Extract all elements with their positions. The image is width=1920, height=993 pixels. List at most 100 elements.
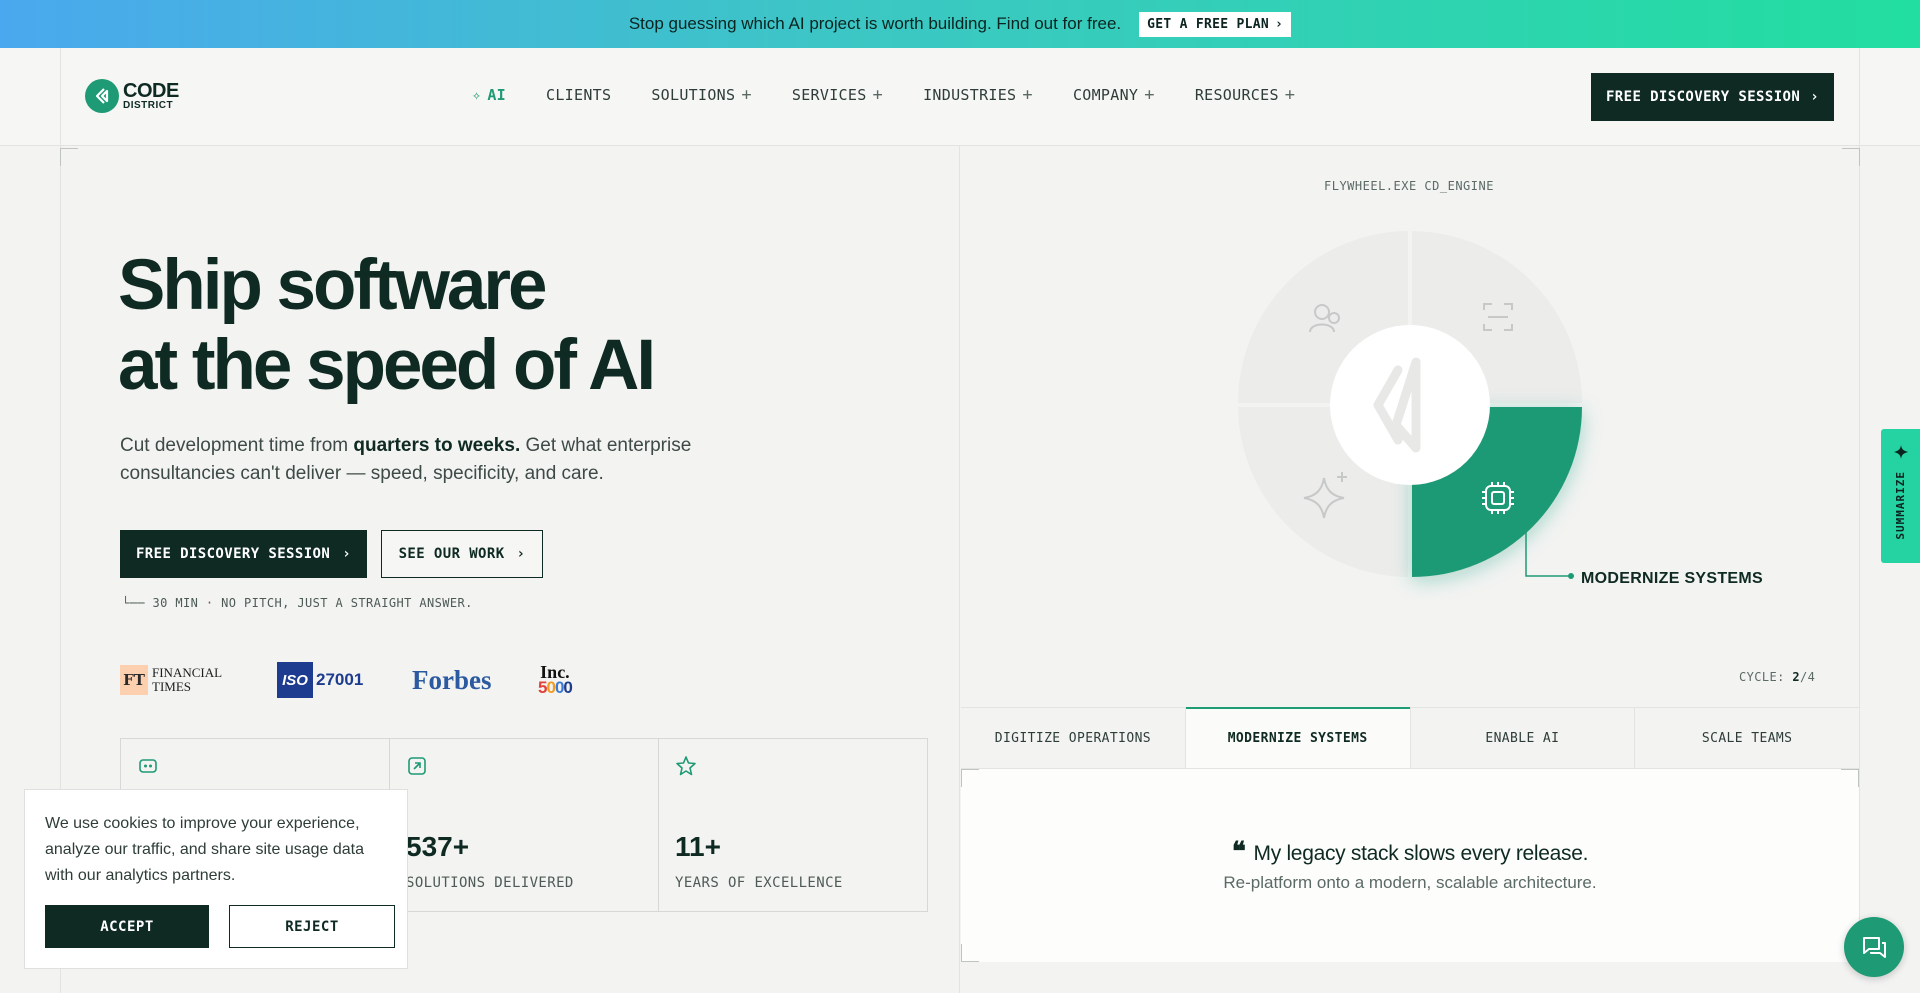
nav-item-solutions-label: SOLUTIONS xyxy=(651,86,736,104)
arrow-up-right-icon xyxy=(408,757,426,775)
hero-discovery-button[interactable]: FREE DISCOVERY SESSION › xyxy=(120,530,367,578)
cycle-indicator: CYCLE: 2/4 xyxy=(1739,670,1815,684)
tab-digitize-operations[interactable]: DIGITIZE OPERATIONS xyxy=(961,708,1186,768)
cycle-current: 2 xyxy=(1792,670,1800,684)
forbes-logo: Forbes xyxy=(412,660,491,700)
plus-icon: + xyxy=(1284,85,1296,105)
stage-tabs: DIGITIZE OPERATIONS MODERNIZE SYSTEMS EN… xyxy=(961,707,1859,769)
plus-icon: + xyxy=(1022,85,1033,105)
hero-subtitle: Cut development time from quarters to we… xyxy=(120,432,720,488)
tab-enable-ai[interactable]: ENABLE AI xyxy=(1411,708,1636,768)
quote-text: My legacy stack slows every release. xyxy=(1253,842,1589,865)
corner-mark xyxy=(961,769,979,787)
nav-item-ai-label: AI xyxy=(487,86,507,104)
stat-label: SOLUTIONS DELIVERED xyxy=(406,875,574,891)
chat-button[interactable] xyxy=(1844,917,1904,977)
header-discovery-button[interactable]: FREE DISCOVERY SESSION › xyxy=(1591,73,1834,121)
corner-mark xyxy=(60,148,78,166)
flywheel-center xyxy=(1330,325,1490,485)
nav-item-clients-label: CLIENTS xyxy=(546,86,612,104)
cta-note-text: 30 MIN · NO PITCH, JUST A STRAIGHT ANSWE… xyxy=(152,596,473,610)
ft-mark: FT xyxy=(120,665,148,695)
nav-item-services-label: SERVICES xyxy=(791,86,867,104)
plus-icon: + xyxy=(872,85,884,105)
star-badge-icon xyxy=(676,756,696,776)
hero-sub-pre: Cut development time from xyxy=(120,435,354,456)
get-free-plan-label: GET A FREE PLAN xyxy=(1147,16,1270,32)
hero-title-line1: Ship software xyxy=(118,246,548,325)
corner-arrow-icon: └── xyxy=(122,596,145,610)
nav-item-clients[interactable]: CLIENTS xyxy=(546,86,611,104)
flywheel-diagram xyxy=(1238,231,1582,579)
get-free-plan-button[interactable]: GET A FREE PLAN › xyxy=(1139,11,1292,37)
stat-value: 11+ xyxy=(675,831,721,862)
promo-banner: Stop guessing which AI project is worth … xyxy=(0,0,1920,48)
inc-5000: 5000 xyxy=(538,678,573,697)
callout-line xyxy=(1525,520,1570,577)
logo-text-code: CODE xyxy=(123,79,179,102)
nav-item-industries-label: INDUSTRIES xyxy=(923,86,1017,104)
flywheel-title: FLYWHEEL.EXE CD_ENGINE xyxy=(1324,179,1494,193)
cookie-reject-button[interactable]: REJECT xyxy=(229,905,395,948)
stat-label: YEARS OF EXCELLENCE xyxy=(675,875,843,891)
callout-dot xyxy=(1568,573,1574,579)
ft-line1: FINANCIAL xyxy=(152,665,223,680)
stat-value: 537+ xyxy=(406,831,470,862)
chevron-right-icon: › xyxy=(1810,89,1820,105)
inc5000-logo: Inc. 5000 xyxy=(538,660,573,700)
quote-panel: ❝ My legacy stack slows every release. Re… xyxy=(961,769,1859,962)
quote-subtext: Re-platform onto a modern, scalable arch… xyxy=(1223,873,1597,892)
active-stage-label: MODERNIZE SYSTEMS xyxy=(1581,570,1764,587)
hero-title: Ship software at the speed of AI xyxy=(118,246,656,406)
main-nav: ✧ AI CLIENTS SOLUTIONS + SERVICES + INDU… xyxy=(472,85,1295,105)
plus-icon: + xyxy=(741,85,752,105)
sparkle-icon: ✧ xyxy=(472,86,482,104)
summarize-tab[interactable]: SUMMARIZE xyxy=(1881,429,1920,563)
see-our-work-button[interactable]: SEE OUR WORK › xyxy=(381,530,543,578)
nav-item-solutions[interactable]: SOLUTIONS + xyxy=(651,85,752,105)
sparkle-icon xyxy=(1893,445,1908,459)
logo-mark-icon xyxy=(85,79,119,113)
nav-item-resources[interactable]: RESOURCES + xyxy=(1195,85,1296,105)
cycle-label: CYCLE: xyxy=(1739,670,1793,684)
quote: ❝ My legacy stack slows every release. xyxy=(961,837,1859,867)
tab-scale-teams[interactable]: SCALE TEAMS xyxy=(1635,708,1859,768)
logo[interactable]: CODE DISTRICT xyxy=(85,79,179,113)
cookie-text: We use cookies to improve your experienc… xyxy=(45,815,365,884)
quote-mark-icon: ❝ xyxy=(1231,837,1246,867)
iso-mark: ISO xyxy=(277,662,313,698)
cta-note: └── 30 MIN · NO PITCH, JUST A STRAIGHT A… xyxy=(122,596,473,610)
see-our-work-label: SEE OUR WORK xyxy=(398,546,505,562)
nav-item-industries[interactable]: INDUSTRIES + xyxy=(923,85,1033,105)
summarize-label: SUMMARIZE xyxy=(1894,471,1907,540)
forbes-wordmark: Forbes xyxy=(412,664,492,695)
corner-mark xyxy=(1842,148,1860,166)
cookie-accept-button[interactable]: ACCEPT xyxy=(45,905,209,948)
ft-line2: TIMES xyxy=(152,679,191,694)
cookie-banner: We use cookies to improve your experienc… xyxy=(24,789,408,969)
tab-modernize-systems[interactable]: MODERNIZE SYSTEMS xyxy=(1185,707,1411,768)
plus-icon: + xyxy=(1144,85,1155,105)
stat-card: 537+ SOLUTIONS DELIVERED xyxy=(389,738,658,912)
nav-item-company[interactable]: COMPANY + xyxy=(1073,85,1155,105)
nav-item-ai[interactable]: ✧ AI xyxy=(472,86,506,104)
chevron-right-icon: › xyxy=(516,546,526,562)
cycle-total: /4 xyxy=(1800,670,1816,684)
nav-item-services[interactable]: SERVICES + xyxy=(792,85,883,105)
chevron-right-icon: › xyxy=(1275,16,1284,32)
iso-logo: ISO 27001 xyxy=(277,660,363,700)
hero-sub-bold: quarters to weeks. xyxy=(353,435,521,456)
hero-discovery-label: FREE DISCOVERY SESSION xyxy=(135,546,331,562)
header-discovery-label: FREE DISCOVERY SESSION xyxy=(1605,89,1801,105)
chevron-right-icon: › xyxy=(342,546,352,562)
ft-logo: FT FINANCIAL TIMES xyxy=(120,660,222,700)
corner-mark xyxy=(1841,769,1859,787)
nav-item-resources-label: RESOURCES xyxy=(1194,86,1279,104)
logo-text-district: DISTRICT xyxy=(123,99,174,111)
corner-mark xyxy=(961,944,979,962)
hero-title-line2: at the speed of AI xyxy=(118,326,656,405)
promo-text: Stop guessing which AI project is worth … xyxy=(628,14,1122,33)
robot-icon xyxy=(139,759,157,773)
nav-item-company-label: COMPANY xyxy=(1072,86,1139,104)
iso-number: 27001 xyxy=(316,670,364,689)
